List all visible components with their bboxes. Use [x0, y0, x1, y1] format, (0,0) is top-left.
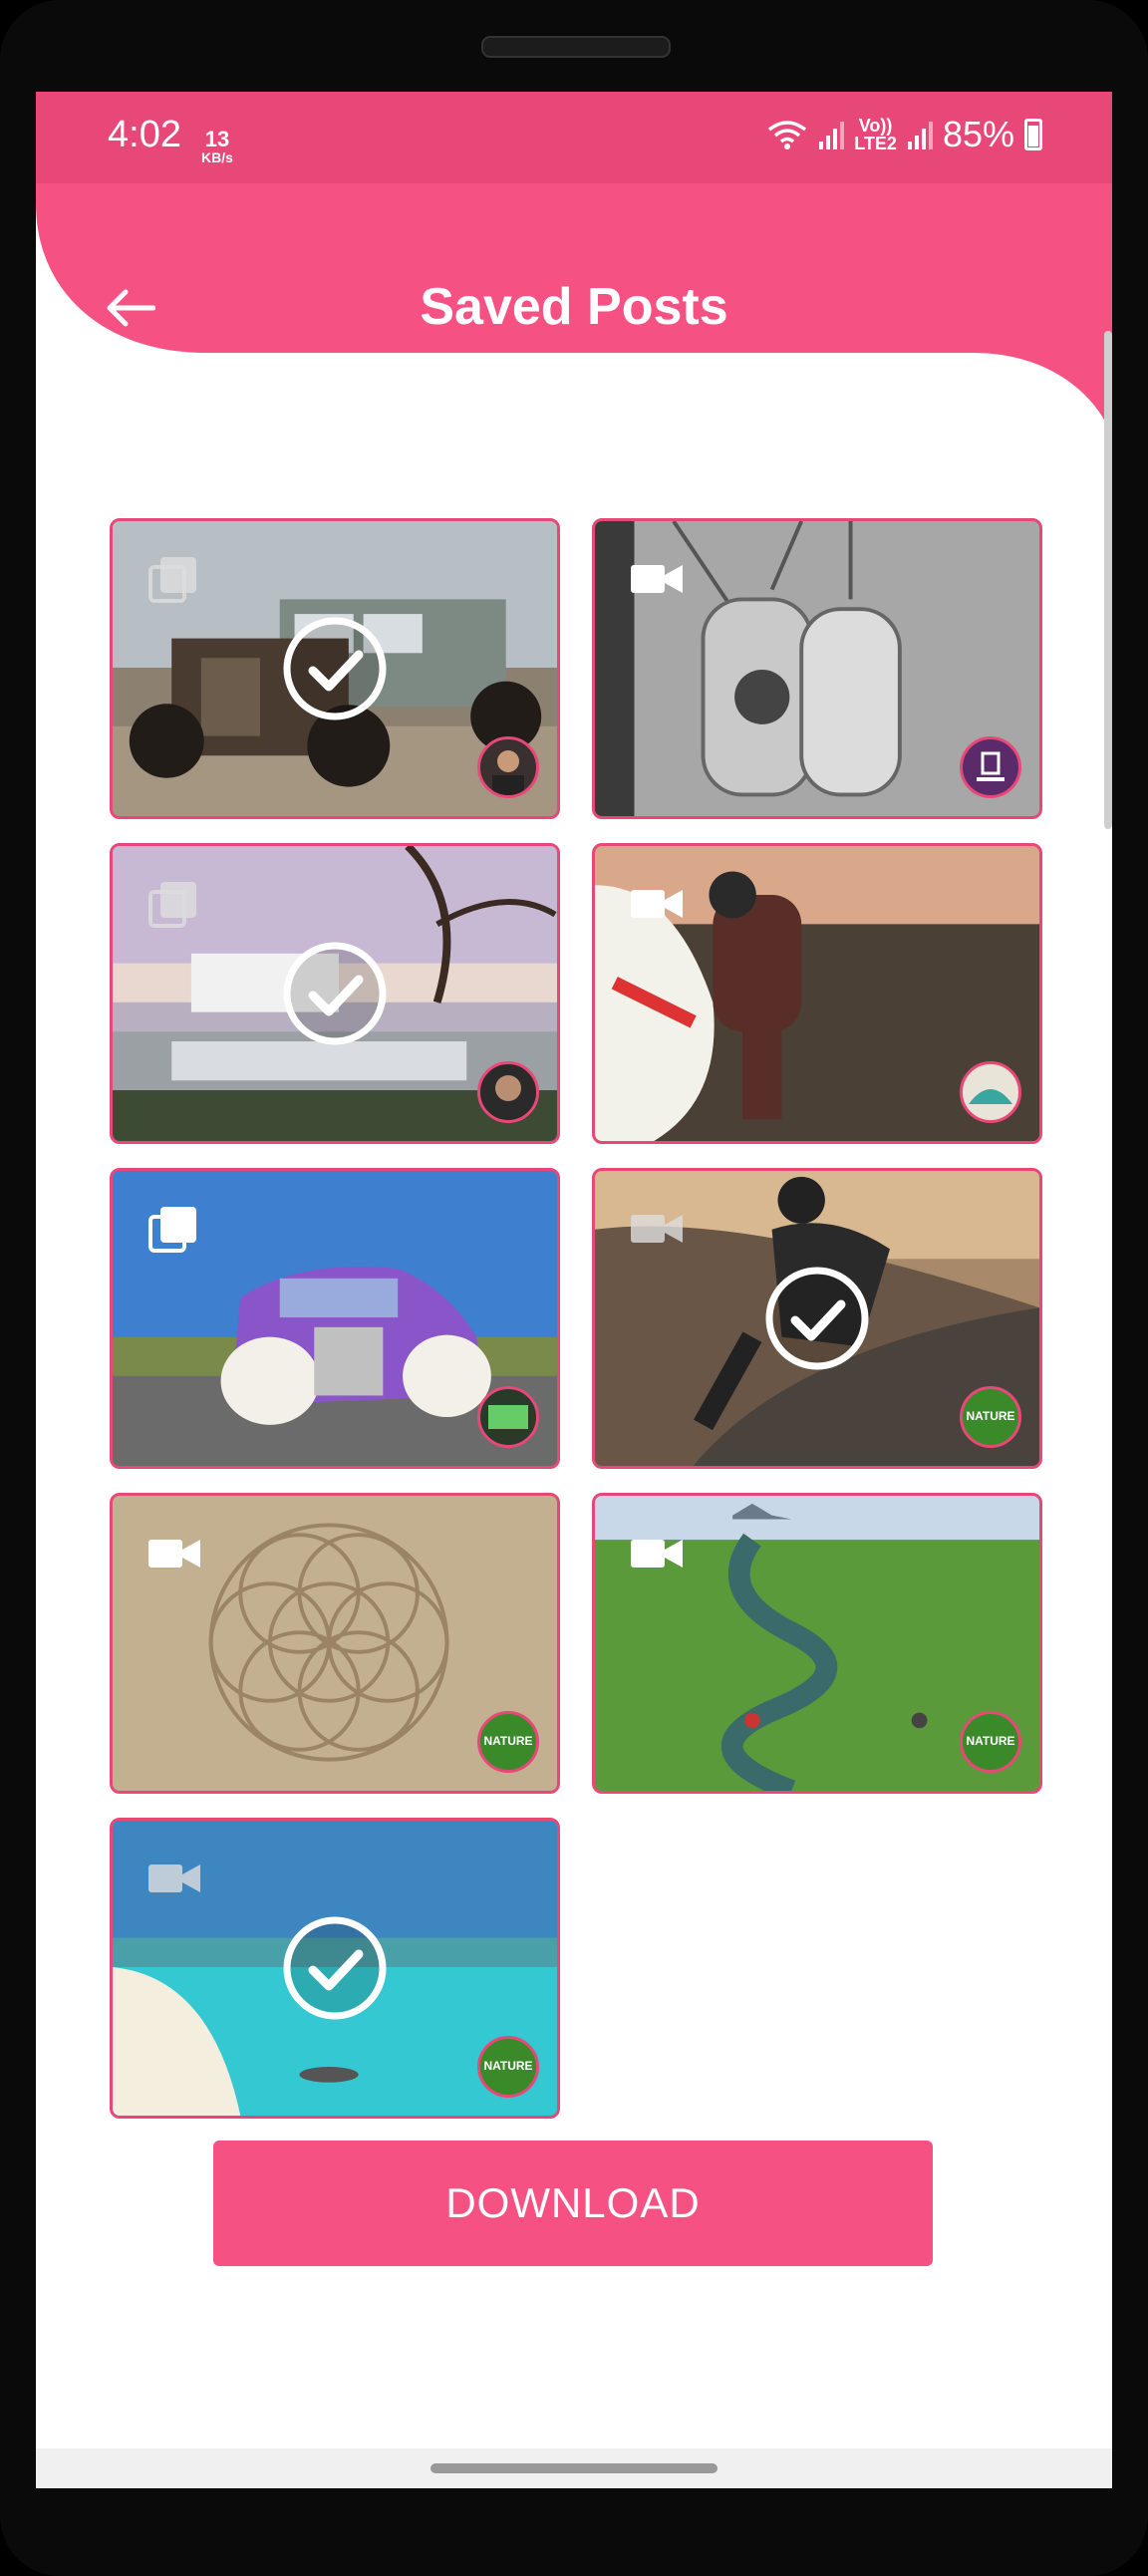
lte-label: LTE2	[854, 134, 897, 153]
avatar-label: NATURE	[966, 1734, 1015, 1748]
status-right-group: Vo)) LTE2 85%	[766, 114, 1042, 155]
author-avatar	[960, 736, 1021, 798]
status-bar: 4:02 13 KB/s Vo)) LTE2 85%	[36, 92, 1112, 183]
author-avatar: NATURE	[960, 1386, 1021, 1448]
post-tile-9[interactable]: NATURE	[110, 1818, 560, 2119]
post-tile-1[interactable]	[110, 518, 560, 819]
app-screen: 4:02 13 KB/s Vo)) LTE2 85% Saved Posts N…	[36, 92, 1112, 2488]
gallery-icon	[148, 882, 196, 928]
author-avatar	[477, 1386, 539, 1448]
network-speed-unit: KB/s	[201, 149, 233, 165]
post-tile-8[interactable]: NATURE	[592, 1493, 1042, 1794]
earpiece-speaker	[481, 36, 671, 58]
selected-check-icon	[765, 1267, 869, 1370]
gallery-icon	[148, 557, 196, 603]
video-icon	[631, 1215, 683, 1243]
page-title: Saved Posts	[420, 278, 728, 336]
avatar-label: NATURE	[966, 1409, 1015, 1423]
home-handle[interactable]	[430, 2463, 718, 2473]
avatar-label: NATURE	[483, 2059, 533, 2073]
gesture-nav-bar	[36, 2448, 1112, 2488]
device-frame: 4:02 13 KB/s Vo)) LTE2 85% Saved Posts N…	[0, 0, 1148, 2576]
network-speed: 13 KB/s	[195, 127, 239, 166]
volte-label: Vo))	[858, 116, 893, 136]
author-avatar: NATURE	[477, 1711, 539, 1773]
selected-check-icon	[283, 1916, 387, 2020]
wifi-icon	[768, 121, 807, 149]
scrollbar[interactable]	[1104, 331, 1112, 829]
battery-icon	[1024, 119, 1042, 150]
post-tile-4[interactable]	[592, 843, 1042, 1144]
author-avatar: NATURE	[477, 2036, 539, 2098]
author-avatar: NATURE	[960, 1711, 1021, 1773]
status-time: 4:02	[108, 114, 181, 155]
video-icon	[148, 1540, 200, 1568]
post-tile-5[interactable]	[110, 1168, 560, 1469]
gallery-icon	[148, 1207, 196, 1253]
video-icon	[631, 565, 683, 593]
signal-icon-1	[819, 122, 845, 149]
video-icon	[148, 1864, 200, 1892]
author-avatar	[477, 1061, 539, 1123]
video-icon	[631, 1540, 683, 1568]
selected-check-icon	[283, 942, 387, 1045]
battery-percentage: 85%	[942, 114, 1014, 154]
video-icon	[631, 890, 683, 918]
post-tile-2[interactable]	[592, 518, 1042, 819]
volte-indicator: Vo)) LTE2	[854, 117, 897, 152]
author-avatar	[960, 1061, 1021, 1123]
selected-check-icon	[283, 617, 387, 720]
post-tile-7[interactable]: NATURE	[110, 1493, 560, 1794]
avatar-label: NATURE	[483, 1734, 533, 1748]
download-button[interactable]: DOWNLOAD	[213, 2141, 933, 2266]
post-tile-3[interactable]	[110, 843, 560, 1144]
author-avatar	[477, 736, 539, 798]
signal-icon-2	[907, 122, 933, 149]
network-speed-value: 13	[204, 127, 230, 151]
post-tile-6[interactable]: NATURE	[592, 1168, 1042, 1469]
